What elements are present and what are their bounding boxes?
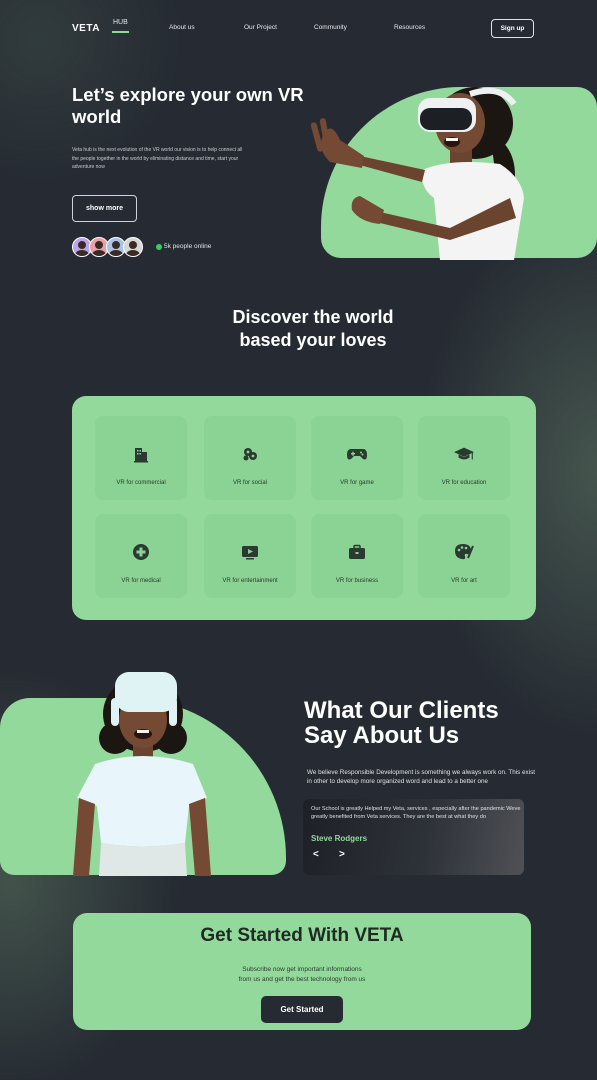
clients-title-line-1: What Our Clients xyxy=(304,697,499,724)
medical-plus-icon xyxy=(131,542,151,562)
building-icon xyxy=(131,444,151,464)
discover-title: Discover the world based your loves xyxy=(0,306,597,352)
testimonial-author: Steve Rodgers xyxy=(311,834,368,843)
category-label: VR for social xyxy=(232,480,267,486)
category-card-social[interactable]: VR for social xyxy=(204,416,296,500)
prev-testimonial-button[interactable]: < xyxy=(313,849,319,860)
hero-vr-person-image xyxy=(310,87,524,260)
category-label: VR for medical xyxy=(121,578,161,584)
nav-resources[interactable]: Resources xyxy=(394,24,425,31)
clients-title-line-2: Say About Us xyxy=(304,722,460,749)
online-avatars xyxy=(72,237,143,257)
discover-title-line-1: Discover the world xyxy=(232,307,394,327)
category-card-game[interactable]: VR for game xyxy=(311,416,403,500)
nav-community[interactable]: Community xyxy=(314,24,347,31)
testimonial-text: Our School is greatly Helped my Veta, se… xyxy=(311,806,521,820)
category-card-business[interactable]: VR for business xyxy=(311,514,403,598)
sign-up-button[interactable]: Sign up xyxy=(491,19,534,38)
clients-title: What Our Clients Say About Us xyxy=(304,698,564,748)
category-card-medical[interactable]: VR for medical xyxy=(95,514,187,598)
show-more-button[interactable]: show more xyxy=(72,195,137,222)
social-icon xyxy=(240,444,260,464)
tv-play-icon xyxy=(240,542,260,562)
hero-description: Veta hub is the next evolution of the VR… xyxy=(72,147,243,170)
cta-description: Subscribe now get important informations… xyxy=(73,965,531,985)
graduation-cap-icon xyxy=(454,444,474,464)
category-card-commercial[interactable]: VR for commercial xyxy=(95,416,187,500)
briefcase-icon xyxy=(347,542,367,562)
logo[interactable]: VETA xyxy=(72,23,100,34)
category-card-entertainment[interactable]: VR for entertainment xyxy=(204,514,296,598)
category-label: VR for education xyxy=(441,480,487,486)
category-label: VR for art xyxy=(451,578,477,584)
online-count: 5k people online xyxy=(164,243,212,250)
category-label: VR for business xyxy=(335,578,379,584)
discover-title-line-2: based your loves xyxy=(239,330,387,350)
clients-description: We believe Responsible Development is so… xyxy=(307,769,535,785)
nav-our-project[interactable]: Our Project xyxy=(244,24,277,31)
hub-active-indicator xyxy=(112,31,129,33)
cta-description-line-1: Subscribe now get important informations xyxy=(242,966,362,973)
cta-description-line-2: from us and get the best technology from… xyxy=(238,976,366,983)
palette-icon xyxy=(454,542,474,562)
category-card-art[interactable]: VR for art xyxy=(418,514,510,598)
category-card-education[interactable]: VR for education xyxy=(418,416,510,500)
next-testimonial-button[interactable]: > xyxy=(339,849,345,860)
category-label: VR for commercial xyxy=(116,480,166,486)
nav-hub[interactable]: HUB xyxy=(113,19,128,26)
category-label: VR for game xyxy=(340,480,374,486)
cta-title: Get Started With VETA xyxy=(200,925,404,946)
get-started-button[interactable]: Get Started xyxy=(261,996,343,1023)
client-vr-person-image xyxy=(73,672,211,876)
gamepad-icon xyxy=(347,444,367,464)
online-status-dot xyxy=(156,244,162,250)
nav-about-us[interactable]: About us xyxy=(169,24,195,31)
category-label: VR for entertainment xyxy=(222,578,278,584)
hero-title: Let’s explore your own VR world xyxy=(72,84,304,127)
avatar xyxy=(123,237,143,257)
